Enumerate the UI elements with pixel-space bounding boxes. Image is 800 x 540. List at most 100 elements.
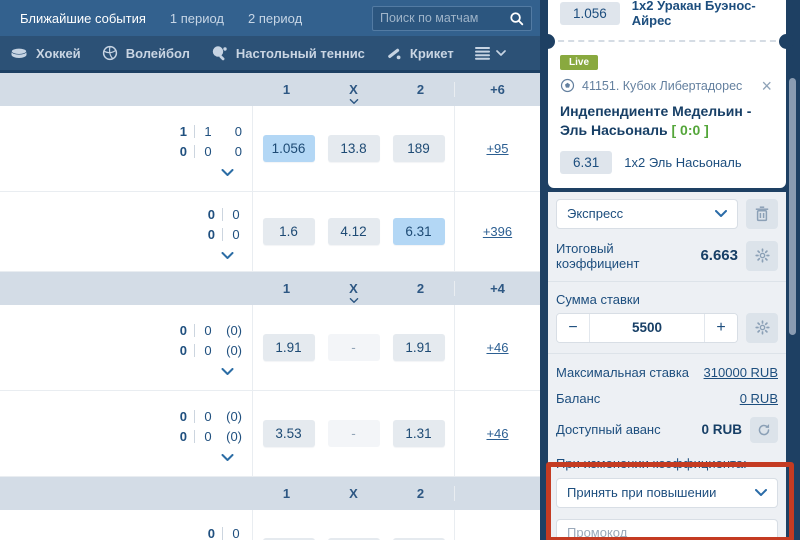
chevron-down-icon <box>755 489 767 496</box>
soccer-icon <box>560 78 575 93</box>
coef-settings-button[interactable] <box>746 241 778 271</box>
odd-button[interactable]: 6.31 <box>393 218 445 245</box>
odd-button[interactable]: 3.53 <box>263 420 315 447</box>
search-box[interactable] <box>372 6 532 31</box>
match-row[interactable]: 00(0)00(0)3.53-1.31+46 <box>0 391 540 477</box>
score-line: 00 <box>199 205 242 225</box>
live-badge: Live <box>560 55 598 70</box>
match-row[interactable]: 00 <box>0 510 540 540</box>
more-markets-link[interactable]: +46 <box>486 340 508 355</box>
bet-selection-row: 6.31 1x2 Эль Насьональ <box>560 151 774 174</box>
sort-chevron-icon[interactable] <box>349 99 358 104</box>
odd-button[interactable]: 13.8 <box>328 135 380 162</box>
sport-label: Волейбол <box>126 46 190 61</box>
balance-label: Баланс <box>556 391 740 406</box>
total-coef-value: 6.663 <box>700 247 738 264</box>
top-bar: Ближайшие события 1 период 2 период <box>0 0 540 36</box>
odds-column-header: 1 <box>253 281 320 296</box>
odds-column-header[interactable]: X <box>320 281 387 296</box>
previous-bet-item: 1.056 1x2 Уракан Буэнос-Айрес <box>560 0 774 28</box>
main-area: Ближайшие события 1 период 2 период Хоккей… <box>0 0 540 540</box>
sport-label: Хоккей <box>36 46 81 61</box>
expand-chevron-icon[interactable] <box>221 169 234 176</box>
cricket-icon <box>386 45 402 61</box>
bet-type-dropdown[interactable]: Экспресс <box>556 199 738 229</box>
odd-button[interactable]: 4.12 <box>328 218 380 245</box>
odd-button[interactable]: 1.91 <box>263 334 315 361</box>
max-stake-link[interactable]: 310000 RUB <box>704 365 778 380</box>
odd-chip[interactable]: 1.056 <box>560 2 620 25</box>
odd-button[interactable]: 1.91 <box>393 334 445 361</box>
score-line: 00(0) <box>171 427 242 447</box>
sport-tab-hockey[interactable]: Хоккей <box>10 46 81 61</box>
previous-bet-label: 1x2 Уракан Буэнос-Айрес <box>632 0 774 28</box>
divider <box>548 353 786 354</box>
odds-column-header: 1 <box>253 486 320 501</box>
odd-button[interactable]: 1.31 <box>393 420 445 447</box>
chevron-down-icon <box>496 50 506 56</box>
odd-button[interactable]: 1.056 <box>263 135 315 162</box>
odds-column-header: 2 <box>387 281 454 296</box>
odds-header-row: 1X2 <box>0 477 540 510</box>
more-sports-menu[interactable] <box>475 47 506 60</box>
sports-nav: Хоккей Волейбол Настольный теннис Крикет <box>0 36 540 70</box>
expand-chevron-icon[interactable] <box>221 368 234 375</box>
match-row[interactable]: 1100001.05613.8189+95 <box>0 106 540 192</box>
bet-type-value: Экспресс <box>567 206 623 221</box>
refresh-icon <box>757 423 771 437</box>
odds-column-header: X <box>320 486 387 501</box>
odd-button: - <box>328 334 380 361</box>
score-line: 00(0) <box>171 341 242 361</box>
more-markets-link[interactable]: +396 <box>483 224 512 239</box>
expand-chevron-icon[interactable] <box>221 454 234 461</box>
stake-stepper: − + <box>556 313 738 343</box>
match-name: Индепендиенте Медельин - Эль Насьональ <box>560 103 751 138</box>
odd-button[interactable]: 1.6 <box>263 218 315 245</box>
search-icon[interactable] <box>509 11 524 26</box>
period-tab[interactable]: 1 период <box>170 11 224 26</box>
odds-header-row: 1X2+4 <box>0 272 540 305</box>
odds-header-row: 1X2+6 <box>0 73 540 106</box>
stake-input[interactable] <box>590 314 704 342</box>
coef-change-dropdown[interactable]: Принять при повышении <box>556 478 778 508</box>
max-stake-label: Максимальная ставка <box>556 365 704 380</box>
hockey-icon <box>10 47 28 60</box>
odd-chip[interactable]: 6.31 <box>560 151 612 174</box>
more-markets-link[interactable]: +95 <box>486 141 508 156</box>
score-line: 00 <box>199 225 242 245</box>
more-markets-link[interactable]: +46 <box>486 426 508 441</box>
match-row[interactable]: 0000 1.6 4.12 6.31 +396 <box>0 192 540 272</box>
live-score: [ 0:0 ] <box>671 122 708 138</box>
match-row[interactable]: 00(0)00(0)1.91-1.91+46 <box>0 305 540 391</box>
refresh-advance-button[interactable] <box>750 417 778 443</box>
sport-tab-volleyball[interactable]: Волейбол <box>102 45 190 61</box>
advance-label: Доступный аванс <box>556 422 701 437</box>
ticket-perforation <box>548 40 786 42</box>
betslip-controls: Экспресс Итоговый коэффициент 6.663 <box>548 192 786 540</box>
period-tab[interactable]: Ближайшие события <box>20 11 146 26</box>
sort-chevron-icon[interactable] <box>349 298 358 303</box>
balance-link[interactable]: 0 RUB <box>740 391 778 406</box>
sport-tab-table-tennis[interactable]: Настольный теннис <box>211 45 365 61</box>
remove-bet-button[interactable]: × <box>759 79 774 93</box>
promo-code-input[interactable] <box>556 519 778 540</box>
sport-label: Крикет <box>410 46 454 61</box>
search-input[interactable] <box>380 11 509 25</box>
odd-button[interactable]: 189 <box>393 135 445 162</box>
more-markets-header: +4 <box>455 281 540 296</box>
odds-column-header: 1 <box>253 82 320 97</box>
stake-minus-button[interactable]: − <box>557 314 590 342</box>
trash-icon <box>755 206 769 222</box>
stake-plus-button[interactable]: + <box>704 314 737 342</box>
expand-chevron-icon[interactable] <box>221 252 234 259</box>
more-markets-header: +6 <box>455 82 540 97</box>
bet-meta-row: 41151. Кубок Либертадорес × <box>560 78 774 93</box>
score-line: 000 <box>171 142 242 162</box>
period-tab[interactable]: 2 период <box>248 11 302 26</box>
odds-column-header[interactable]: X <box>320 82 387 97</box>
stake-settings-button[interactable] <box>746 313 778 343</box>
scrollbar-thumb[interactable] <box>789 78 796 335</box>
betslip-card: 1.056 1x2 Уракан Буэнос-Айрес Live 41151… <box>548 0 786 188</box>
clear-betslip-button[interactable] <box>746 199 778 229</box>
sport-tab-cricket[interactable]: Крикет <box>386 45 454 61</box>
